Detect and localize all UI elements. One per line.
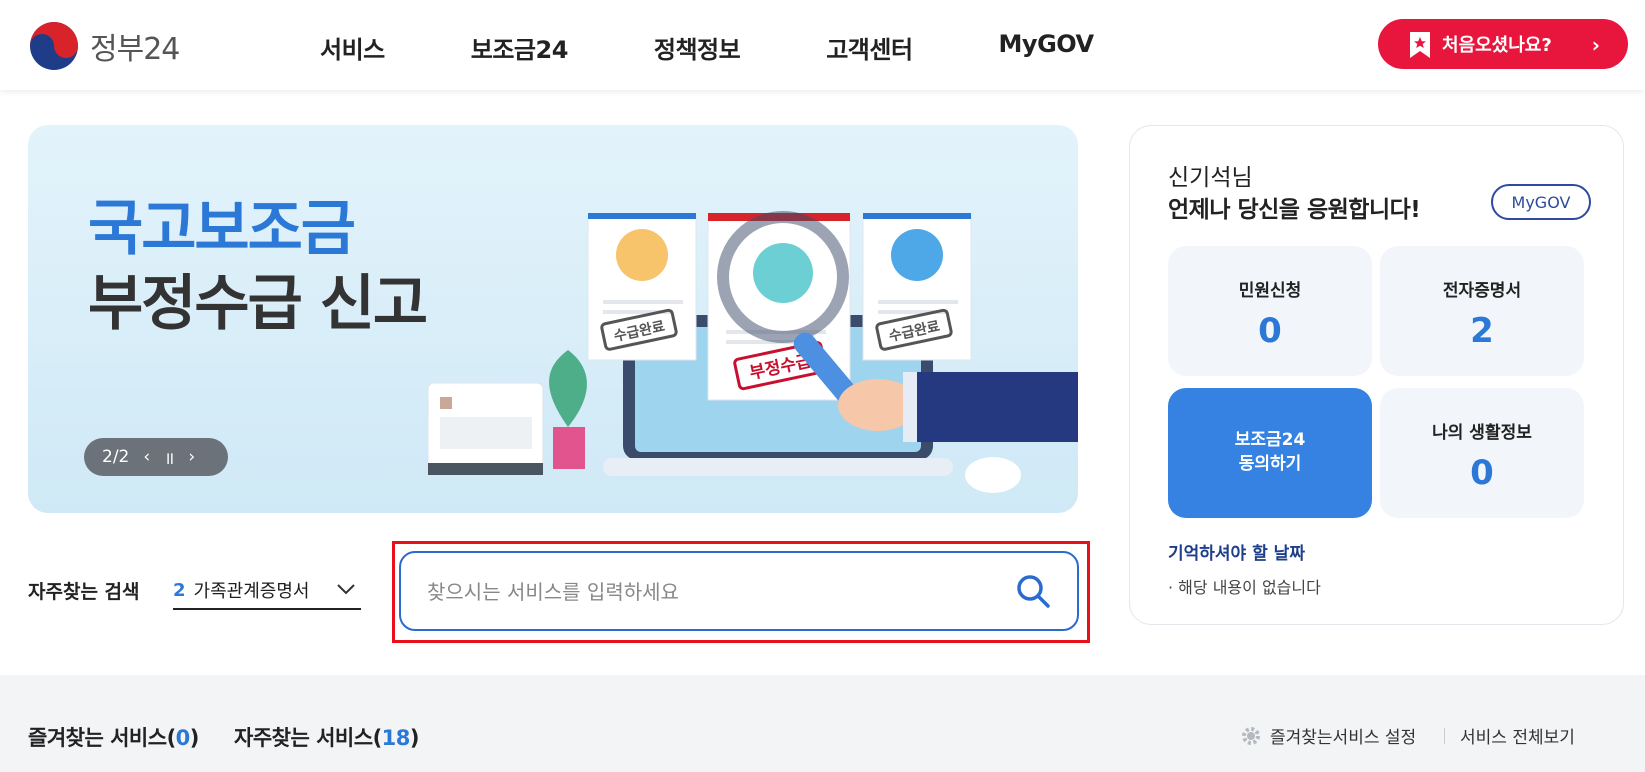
- frequent-search-dropdown[interactable]: 2 가족관계증명서: [173, 572, 361, 610]
- tile-count: 0: [1258, 311, 1282, 351]
- first-visit-label: 처음오셨나요?: [1442, 35, 1552, 56]
- tile-label: 보조금24 동의하기: [1168, 428, 1372, 476]
- user-summary-card: 신기석님 언제나 당신을 응원합니다! MyGOV 민원신청 0 전자증명서 2…: [1129, 125, 1624, 625]
- first-visit-button[interactable]: 처음오셨나요? ›: [1378, 19, 1628, 69]
- view-all-services-link[interactable]: 서비스 전체보기: [1460, 723, 1575, 748]
- tile-label-line1: 보조금24: [1234, 430, 1306, 450]
- banner-title-line1: 국고보조금: [88, 194, 356, 264]
- search-icon[interactable]: [1015, 573, 1051, 609]
- chevron-right-icon: ›: [1591, 33, 1600, 57]
- tile-label: 전자증명서: [1442, 281, 1522, 301]
- logo-text: 정부24: [90, 32, 180, 67]
- tile-count: 2: [1470, 311, 1494, 351]
- frequent-search-rank: 2: [173, 579, 186, 601]
- banner-page-indicator: 2/2: [102, 447, 130, 467]
- nav-services[interactable]: 서비스: [320, 30, 385, 65]
- greeting-name: 신기석님: [1168, 165, 1253, 191]
- bookmark-star-icon: [1410, 32, 1430, 58]
- tile-label-line2: 동의하기: [1238, 454, 1302, 474]
- tile-my-life-info[interactable]: 나의 생활정보 0: [1380, 388, 1584, 518]
- banner-title-line2: 부정수급 신고: [88, 269, 428, 339]
- taegeuk-logo-icon: [30, 22, 78, 70]
- main-banner[interactable]: 국고보조금 부정수급 신고 수급완료 부정수급 수급완료 2/2 ‹ ॥ ›: [28, 125, 1078, 513]
- favorite-settings-link[interactable]: 즐겨찾는서비스 설정: [1240, 723, 1416, 748]
- tab-count: 0: [175, 726, 191, 750]
- tab-label: 자주찾는 서비스: [234, 726, 373, 750]
- tile-civil-applications[interactable]: 민원신청 0: [1168, 246, 1372, 376]
- nav-subsidy24[interactable]: 보조금24: [471, 30, 569, 65]
- tile-label: 민원신청: [1238, 281, 1302, 301]
- main-nav: 서비스 보조금24 정책정보 고객센터 MyGOV: [320, 30, 1180, 65]
- remember-dates-title[interactable]: 기억하셔야 할 날짜: [1168, 539, 1305, 564]
- tile-label: 나의 생활정보: [1432, 423, 1532, 443]
- divider: [1444, 728, 1445, 744]
- banner-illustration: 수급완료 부정수급 수급완료: [427, 211, 1078, 493]
- banner-prev-icon[interactable]: ‹: [143, 447, 150, 467]
- chevron-down-icon: [337, 584, 355, 595]
- tab-frequent-services[interactable]: 자주찾는 서비스(18): [234, 722, 420, 752]
- remember-dates-empty: · 해당 내용이 없습니다: [1168, 578, 1321, 597]
- tab-favorite-services[interactable]: 즐겨찾는 서비스(0): [28, 722, 199, 752]
- nav-customer-center[interactable]: 고객센터: [826, 30, 913, 65]
- frequent-search-label: 자주찾는 검색: [28, 581, 140, 603]
- mygov-button[interactable]: MyGOV: [1491, 184, 1591, 220]
- nav-policy-info[interactable]: 정책정보: [654, 30, 741, 65]
- banner-controls: 2/2 ‹ ॥ ›: [84, 438, 228, 476]
- gear-icon: [1242, 726, 1260, 745]
- search-input[interactable]: [427, 573, 987, 611]
- frequent-search-term: 가족관계증명서: [193, 581, 310, 602]
- tile-subsidy24-consent[interactable]: 보조금24 동의하기: [1168, 388, 1372, 518]
- gov24-logo[interactable]: 정부24: [28, 20, 180, 72]
- nav-mygov[interactable]: MyGOV: [999, 30, 1095, 65]
- settings-label: 즐겨찾는서비스 설정: [1270, 728, 1417, 748]
- top-header: 정부24 서비스 보조금24 정책정보 고객센터 MyGOV 처음오셨나요? ›: [0, 0, 1645, 90]
- greeting-message: 언제나 당신을 응원합니다!: [1168, 197, 1421, 223]
- banner-pause-icon[interactable]: ॥: [164, 446, 174, 469]
- tile-e-certificates[interactable]: 전자증명서 2: [1380, 246, 1584, 376]
- tile-count: 0: [1470, 453, 1494, 493]
- tab-count: 18: [381, 726, 411, 750]
- search-box: [399, 551, 1079, 631]
- banner-next-icon[interactable]: ›: [188, 447, 195, 467]
- tab-label: 즐겨찾는 서비스: [28, 726, 167, 750]
